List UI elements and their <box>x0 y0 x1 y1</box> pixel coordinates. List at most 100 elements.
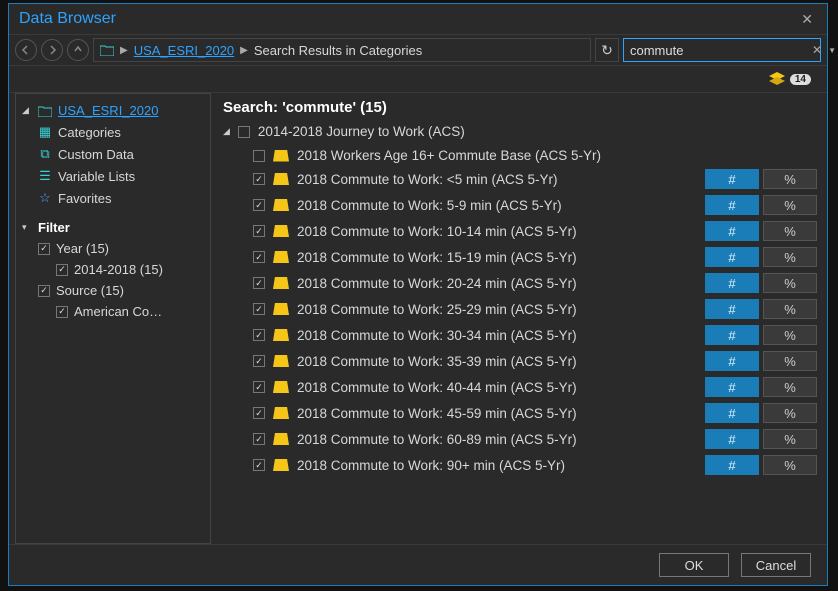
variable-label: 2018 Commute to Work: 35-39 min (ACS 5-Y… <box>297 354 697 369</box>
cancel-button[interactable]: Cancel <box>741 553 811 577</box>
variable-row[interactable]: 2018 Commute to Work: 5-9 min (ACS 5-Yr)… <box>221 192 817 218</box>
variable-row[interactable]: 2018 Commute to Work: 10-14 min (ACS 5-Y… <box>221 218 817 244</box>
count-button[interactable]: # <box>705 377 759 397</box>
count-button[interactable]: # <box>705 351 759 371</box>
sidebar-item-variable-lists[interactable]: ☰ Variable Lists <box>16 165 210 187</box>
count-button[interactable]: # <box>705 169 759 189</box>
checkbox-icon[interactable] <box>253 251 265 263</box>
variable-label: 2018 Commute to Work: 25-29 min (ACS 5-Y… <box>297 302 697 317</box>
checkbox-icon[interactable] <box>56 264 68 276</box>
variable-list[interactable]: 2018 Workers Age 16+ Commute Base (ACS 5… <box>221 145 823 544</box>
variable-icon <box>273 355 289 367</box>
variable-row[interactable]: 2018 Commute to Work: 15-19 min (ACS 5-Y… <box>221 244 817 270</box>
breadcrumb-root-link[interactable]: USA_ESRI_2020 <box>134 43 234 58</box>
percent-button[interactable]: % <box>763 221 817 241</box>
unit-toggle: #% <box>705 221 817 241</box>
checkbox-icon[interactable] <box>253 355 265 367</box>
percent-button[interactable]: % <box>763 325 817 345</box>
breadcrumb[interactable]: ▶ USA_ESRI_2020 ▶ Search Results in Cate… <box>93 38 591 62</box>
checkbox-icon[interactable] <box>253 433 265 445</box>
count-button[interactable]: # <box>705 429 759 449</box>
count-button[interactable]: # <box>705 455 759 475</box>
sidebar-item-categories[interactable]: ▦ Categories <box>16 121 210 143</box>
count-button[interactable]: # <box>705 325 759 345</box>
tree-root-label[interactable]: USA_ESRI_2020 <box>58 103 158 118</box>
checkbox-icon[interactable] <box>253 150 265 162</box>
variable-row[interactable]: 2018 Commute to Work: 30-34 min (ACS 5-Y… <box>221 322 817 348</box>
collapse-icon[interactable]: ◢ <box>223 126 230 137</box>
variable-label: 2018 Commute to Work: 40-44 min (ACS 5-Y… <box>297 380 697 395</box>
count-button[interactable]: # <box>705 273 759 293</box>
checkbox-icon[interactable] <box>56 306 68 318</box>
filter-label: Filter <box>38 220 70 235</box>
percent-button[interactable]: % <box>763 273 817 293</box>
checkbox-icon[interactable] <box>38 285 50 297</box>
results-group[interactable]: ◢ 2014-2018 Journey to Work (ACS) <box>221 122 823 145</box>
variable-row[interactable]: 2018 Commute to Work: 25-29 min (ACS 5-Y… <box>221 296 817 322</box>
count-button[interactable]: # <box>705 403 759 423</box>
count-button[interactable]: # <box>705 247 759 267</box>
filter-heading[interactable]: ▾ Filter <box>16 217 210 238</box>
variable-row[interactable]: 2018 Commute to Work: 45-59 min (ACS 5-Y… <box>221 400 817 426</box>
percent-button[interactable]: % <box>763 299 817 319</box>
checkbox-icon[interactable] <box>38 243 50 255</box>
variable-row[interactable]: 2018 Commute to Work: 20-24 min (ACS 5-Y… <box>221 270 817 296</box>
breadcrumb-tail: Search Results in Categories <box>254 43 422 58</box>
nav-forward-button[interactable] <box>41 39 63 61</box>
count-button[interactable]: # <box>705 299 759 319</box>
variable-row[interactable]: 2018 Commute to Work: 90+ min (ACS 5-Yr)… <box>221 452 817 478</box>
filter-source[interactable]: Source (15) <box>16 280 210 301</box>
search-dropdown-icon[interactable]: ▼ <box>828 46 836 55</box>
percent-button[interactable]: % <box>763 403 817 423</box>
variable-row[interactable]: 2018 Commute to Work: 40-44 min (ACS 5-Y… <box>221 374 817 400</box>
variable-row[interactable]: 2018 Commute to Work: 60-89 min (ACS 5-Y… <box>221 426 817 452</box>
checkbox-icon[interactable] <box>253 303 265 315</box>
layers-icon[interactable] <box>768 71 786 87</box>
percent-button[interactable]: % <box>763 351 817 371</box>
nav-back-button[interactable] <box>15 39 37 61</box>
unit-toggle: #% <box>705 403 817 423</box>
checkbox-icon[interactable] <box>253 199 265 211</box>
checkbox-icon[interactable] <box>253 407 265 419</box>
percent-button[interactable]: % <box>763 377 817 397</box>
results-group-label: 2014-2018 Journey to Work (ACS) <box>258 124 465 139</box>
variable-row[interactable]: 2018 Commute to Work: <5 min (ACS 5-Yr)#… <box>221 166 817 192</box>
sidebar-item-label: Custom Data <box>58 147 134 162</box>
refresh-button[interactable]: ↻ <box>595 38 619 62</box>
percent-button[interactable]: % <box>763 455 817 475</box>
filter-year-range[interactable]: 2014-2018 (15) <box>16 259 210 280</box>
variable-row[interactable]: 2018 Workers Age 16+ Commute Base (ACS 5… <box>221 145 817 166</box>
filter-source-item[interactable]: American Co… <box>16 301 210 322</box>
percent-button[interactable]: % <box>763 247 817 267</box>
checkbox-icon[interactable] <box>253 459 265 471</box>
sidebar-item-favorites[interactable]: ☆ Favorites <box>16 187 210 209</box>
checkbox-icon[interactable] <box>253 173 265 185</box>
count-button[interactable]: # <box>705 195 759 215</box>
search-input[interactable] <box>630 43 806 58</box>
checkbox-icon[interactable] <box>253 381 265 393</box>
tree-root[interactable]: ◢ USA_ESRI_2020 <box>16 100 210 121</box>
percent-button[interactable]: % <box>763 195 817 215</box>
percent-button[interactable]: % <box>763 169 817 189</box>
variable-row[interactable]: 2018 Commute to Work: 35-39 min (ACS 5-Y… <box>221 348 817 374</box>
clear-search-icon[interactable]: ✕ <box>812 43 822 57</box>
ok-button[interactable]: OK <box>659 553 729 577</box>
variable-label: 2018 Commute to Work: 45-59 min (ACS 5-Y… <box>297 406 697 421</box>
close-icon[interactable]: ✕ <box>797 11 817 28</box>
variable-icon <box>273 225 289 237</box>
count-button[interactable]: # <box>705 221 759 241</box>
dialog-footer: OK Cancel <box>9 545 827 585</box>
collapse-icon[interactable]: ◢ <box>22 105 32 116</box>
sidebar-item-custom-data[interactable]: ⧉ Custom Data <box>16 143 210 165</box>
checkbox-icon[interactable] <box>253 225 265 237</box>
checkbox-icon[interactable] <box>253 277 265 289</box>
nav-up-button[interactable] <box>67 39 89 61</box>
group-checkbox-icon[interactable] <box>238 126 250 138</box>
checkbox-icon[interactable] <box>253 329 265 341</box>
data-icon: ⧉ <box>38 146 52 162</box>
variable-label: 2018 Commute to Work: 30-34 min (ACS 5-Y… <box>297 328 697 343</box>
percent-button[interactable]: % <box>763 429 817 449</box>
dialog-body: ◢ USA_ESRI_2020 ▦ Categories ⧉ Custom Da… <box>9 92 827 545</box>
filter-year[interactable]: Year (15) <box>16 238 210 259</box>
collapse-icon[interactable]: ▾ <box>22 222 32 233</box>
